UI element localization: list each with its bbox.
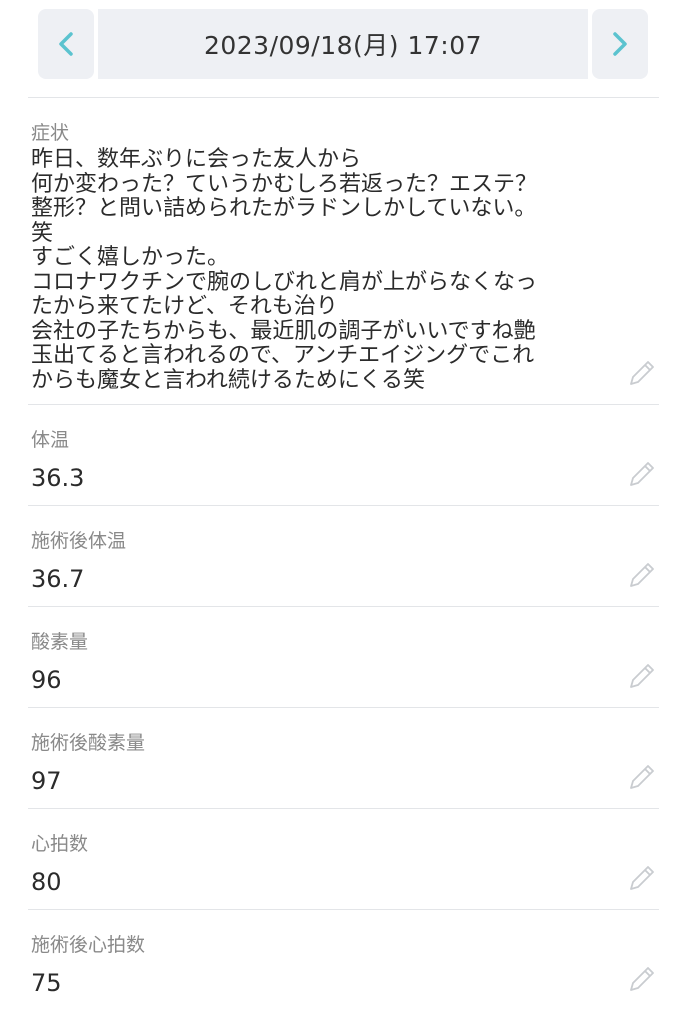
pencil-icon[interactable]: [625, 962, 659, 996]
record-row-body-temp: 体温 36.3: [28, 404, 659, 505]
chevron-right-icon: [613, 32, 627, 56]
record-label: 酸素量: [31, 631, 89, 653]
record-row-symptom: 症状 昨日、数年ぶりに会った友人から 何か変わった？ていうかむしろ若返った？エス…: [28, 97, 659, 404]
chevron-left-icon: [59, 32, 73, 56]
record-label: 体温: [31, 429, 70, 451]
record-row-post-heart-rate: 施術後心拍数 75: [28, 909, 659, 1010]
record-label: 施術後酸素量: [31, 732, 146, 754]
date-header: 2023/09/18(月) 17:07: [38, 9, 648, 79]
pencil-icon[interactable]: [625, 558, 659, 592]
pencil-icon[interactable]: [625, 861, 659, 895]
pencil-icon[interactable]: [625, 356, 659, 390]
record-value: 36.7: [31, 565, 85, 593]
record-value: 80: [31, 868, 62, 896]
current-datetime: 2023/09/18(月) 17:07: [98, 9, 588, 79]
record-row-oxygen: 酸素量 96: [28, 606, 659, 707]
record-row-post-body-temp: 施術後体温 36.7: [28, 505, 659, 606]
record-list: 症状 昨日、数年ぶりに会った友人から 何か変わった？ていうかむしろ若返った？エス…: [28, 97, 659, 1010]
record-row-heart-rate: 心拍数 80: [28, 808, 659, 909]
record-value: 昨日、数年ぶりに会った友人から 何か変わった？ていうかむしろ若返った？エステ？ …: [31, 147, 538, 393]
pencil-icon[interactable]: [625, 760, 659, 794]
record-value: 96: [31, 666, 62, 694]
record-label: 症状: [31, 122, 70, 144]
record-label: 施術後心拍数: [31, 934, 146, 956]
record-value: 36.3: [31, 464, 85, 492]
record-row-post-oxygen: 施術後酸素量 97: [28, 707, 659, 808]
record-label: 施術後体温: [31, 530, 127, 552]
pencil-icon[interactable]: [625, 659, 659, 693]
record-value: 97: [31, 767, 62, 795]
pencil-icon[interactable]: [625, 457, 659, 491]
next-date-button[interactable]: [592, 9, 648, 79]
record-value: 75: [31, 969, 62, 997]
record-label: 心拍数: [31, 833, 89, 855]
prev-date-button[interactable]: [38, 9, 94, 79]
